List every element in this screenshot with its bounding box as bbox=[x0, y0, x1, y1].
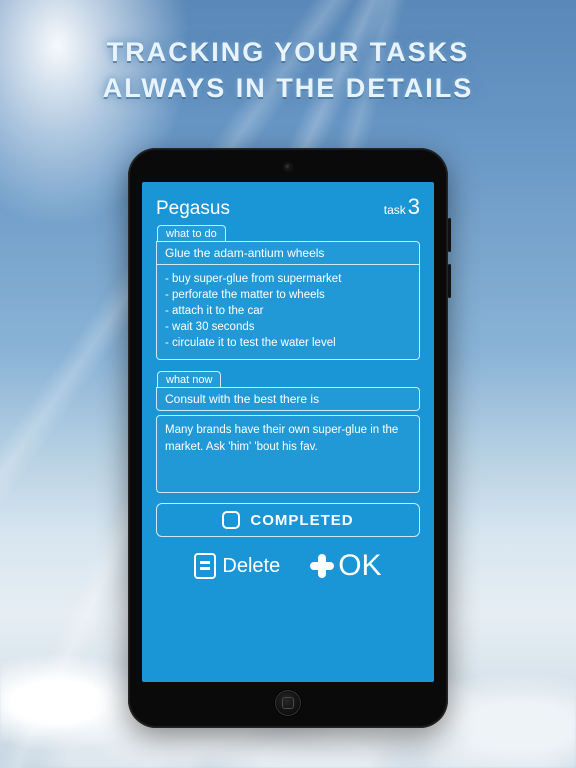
section1-details[interactable]: - buy super-glue from supermarket - perf… bbox=[156, 265, 420, 360]
project-title: Pegasus bbox=[156, 198, 230, 220]
list-icon bbox=[194, 553, 216, 579]
section2-summary[interactable]: Consult with the best there is bbox=[156, 387, 420, 411]
action-row: Delete OK bbox=[156, 549, 420, 583]
delete-label: Delete bbox=[222, 555, 280, 578]
ok-label: OK bbox=[338, 549, 381, 583]
completed-label: COMPLETED bbox=[250, 512, 353, 529]
section1-summary[interactable]: Glue the adam-antium wheels bbox=[156, 241, 420, 265]
section1-tab[interactable]: what to do bbox=[157, 225, 226, 241]
checkbox-icon bbox=[222, 511, 240, 529]
completed-toggle[interactable]: COMPLETED bbox=[156, 503, 420, 537]
ok-button[interactable]: OK bbox=[310, 549, 381, 583]
section-what-to-do: what to do Glue the adam-antium wheels -… bbox=[156, 224, 420, 360]
plus-icon bbox=[310, 554, 334, 578]
app-screen: Pegasus task 3 what to do Glue the adam-… bbox=[142, 182, 434, 682]
section2-details[interactable]: Many brands have their own super-glue in… bbox=[156, 415, 420, 493]
headline-line2: ALWAYS IN THE DETAILS bbox=[0, 70, 576, 106]
section2-tab[interactable]: what now bbox=[157, 371, 221, 387]
task-counter: task 3 bbox=[384, 194, 420, 220]
promo-headline: TRACKING YOUR TASKS ALWAYS IN THE DETAIL… bbox=[0, 34, 576, 107]
promo-background: TRACKING YOUR TASKS ALWAYS IN THE DETAIL… bbox=[0, 0, 576, 768]
task-number: 3 bbox=[408, 194, 420, 220]
tablet-home-button[interactable] bbox=[275, 690, 301, 716]
delete-button[interactable]: Delete bbox=[194, 553, 280, 579]
section-what-now: what now Consult with the best there is … bbox=[156, 370, 420, 493]
screen-header: Pegasus task 3 bbox=[156, 194, 420, 220]
task-label: task bbox=[384, 203, 406, 217]
tablet-camera-icon bbox=[285, 164, 291, 170]
headline-line1: TRACKING YOUR TASKS bbox=[0, 34, 576, 70]
tablet-frame: Pegasus task 3 what to do Glue the adam-… bbox=[128, 148, 448, 728]
